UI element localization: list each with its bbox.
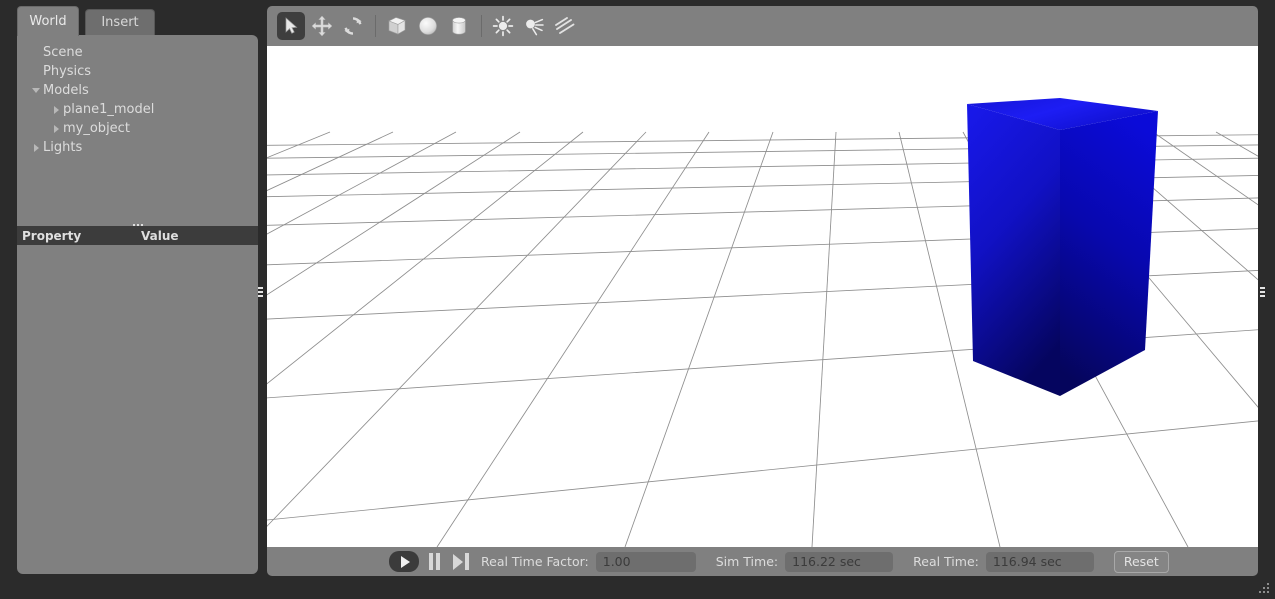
insert-spot-light-button[interactable]: [520, 12, 548, 40]
sim-time-label: Sim Time:: [716, 554, 778, 569]
tree-item-label: Scene: [43, 45, 83, 60]
tab-world-label: World: [29, 14, 66, 29]
chevron-down-icon[interactable]: [29, 81, 43, 100]
reset-button-label: Reset: [1124, 554, 1159, 569]
insert-box-button[interactable]: [383, 12, 411, 40]
right-panel-splitter[interactable]: [1258, 275, 1266, 309]
insert-sphere-button[interactable]: [414, 12, 442, 40]
pause-icon: [429, 553, 433, 570]
window-resize-grip[interactable]: [1257, 581, 1271, 595]
step-forward-button[interactable]: [453, 553, 469, 570]
main-toolbar: [267, 6, 1258, 46]
tree-item-my-object[interactable]: my_object: [17, 119, 258, 138]
play-button[interactable]: [389, 551, 419, 572]
left-panel: World Insert Scene Physics Models: [8, 6, 258, 574]
3d-viewport[interactable]: [267, 46, 1258, 547]
insert-directional-light-button[interactable]: [551, 12, 579, 40]
object-my-object[interactable]: [967, 98, 1158, 396]
insert-point-light-button[interactable]: [489, 12, 517, 40]
spot-light-icon: [522, 14, 546, 38]
gazebo-window: World Insert Scene Physics Models: [0, 0, 1275, 599]
toolbar-separator: [375, 15, 376, 37]
column-header-property: Property: [17, 229, 141, 243]
point-light-icon: [491, 14, 515, 38]
sphere-icon: [416, 14, 440, 38]
select-mode-button[interactable]: [277, 12, 305, 40]
cursor-arrow-icon: [281, 16, 301, 36]
tree-item-physics[interactable]: Physics: [17, 62, 258, 81]
playback-toolbar: Real Time Factor: 1.00 Sim Time: 116.22 …: [267, 547, 1258, 576]
tree-item-label: Models: [43, 83, 89, 98]
box-icon: [385, 14, 409, 38]
chevron-right-icon[interactable]: [49, 119, 63, 138]
tree-item-label: my_object: [63, 121, 130, 136]
real-time-label: Real Time:: [913, 554, 979, 569]
property-table-body[interactable]: [17, 245, 258, 574]
tree-item-label: plane1_model: [63, 102, 154, 117]
toolbar-separator: [481, 15, 482, 37]
tab-world[interactable]: World: [17, 6, 79, 36]
tree-item-scene[interactable]: Scene: [17, 43, 258, 62]
move-arrows-icon: [311, 15, 333, 37]
column-header-value: Value: [141, 229, 179, 243]
tree-item-label: Physics: [43, 64, 91, 79]
chevron-right-icon[interactable]: [29, 138, 43, 157]
tab-insert[interactable]: Insert: [85, 9, 155, 35]
chevron-right-icon[interactable]: [49, 100, 63, 119]
step-forward-icon: [453, 554, 463, 570]
render-area: Real Time Factor: 1.00 Sim Time: 116.22 …: [267, 6, 1258, 576]
rotate-mode-button[interactable]: [339, 12, 367, 40]
tree-item-label: Lights: [43, 140, 82, 155]
insert-cylinder-button[interactable]: [445, 12, 473, 40]
directional-light-icon: [552, 14, 578, 38]
world-tree: Scene Physics Models plane1_model my_obj…: [17, 43, 258, 157]
reset-button[interactable]: Reset: [1114, 551, 1169, 573]
play-icon: [401, 556, 410, 568]
tree-item-models[interactable]: Models: [17, 81, 258, 100]
left-panel-tabbar: World Insert: [8, 6, 258, 35]
real-time-factor-label: Real Time Factor:: [481, 554, 589, 569]
real-time-value: 116.94 sec: [986, 552, 1094, 572]
tree-item-lights[interactable]: Lights: [17, 138, 258, 157]
cylinder-icon: [447, 14, 471, 38]
property-table-header: Property Value: [17, 226, 258, 245]
box-left-face: [967, 104, 1060, 396]
world-panel-body: Scene Physics Models plane1_model my_obj…: [17, 35, 258, 574]
pause-button[interactable]: [429, 553, 440, 570]
rotate-arrows-icon: [342, 15, 364, 37]
sim-time-value: 116.22 sec: [785, 552, 893, 572]
scene-render: [267, 46, 1258, 547]
tree-item-plane1-model[interactable]: plane1_model: [17, 100, 258, 119]
real-time-factor-value: 1.00: [596, 552, 696, 572]
translate-mode-button[interactable]: [308, 12, 336, 40]
tab-insert-label: Insert: [101, 15, 138, 30]
